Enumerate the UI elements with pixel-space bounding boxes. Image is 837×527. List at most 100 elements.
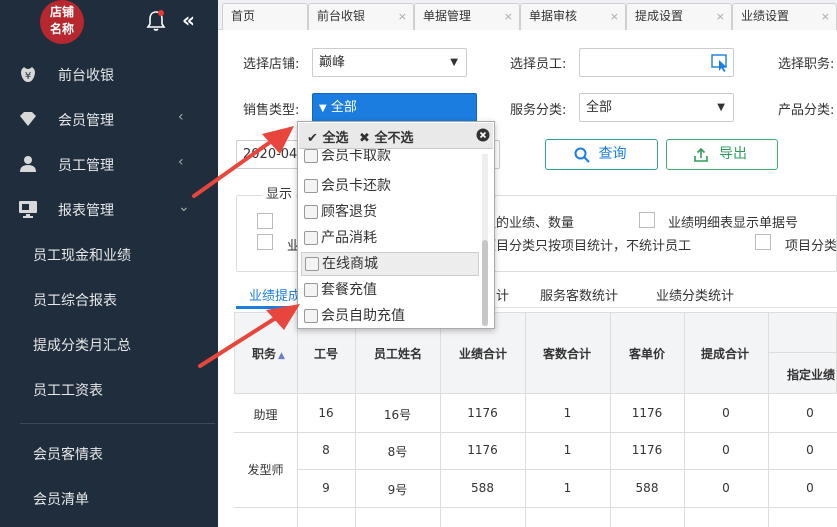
option-label: 会员卡取款 — [321, 149, 391, 164]
option-checkbox[interactable] — [304, 231, 318, 245]
tab-label: 业绩设置 — [741, 9, 790, 23]
option-checkbox[interactable] — [305, 257, 319, 271]
menu-item-reports[interactable]: 报表管理 ⌄ — [0, 187, 218, 231]
tab-home[interactable]: 首页 — [222, 3, 308, 30]
subtab-commission[interactable]: 业绩提成 — [249, 285, 301, 304]
tab-label: 前台收银 — [317, 9, 366, 23]
store-select[interactable]: 巅峰 ▼ — [312, 48, 467, 77]
cell-name: 9号 — [387, 483, 408, 497]
menu-item-cashier[interactable]: ¥ 前台收银 — [0, 52, 218, 96]
close-icon[interactable]: × — [398, 4, 407, 29]
tab-commission-settings[interactable]: 提成设置 × — [626, 3, 732, 30]
close-icon[interactable]: × — [504, 4, 513, 29]
header-role[interactable]: 职务 ▲ — [252, 345, 285, 362]
header-role-label: 职务 — [252, 347, 277, 361]
menu-item-members[interactable]: 会员管理 ‹ — [0, 97, 218, 141]
option-label-doc-no: 业绩明细表显示单据号 — [668, 216, 799, 231]
dropdown-option[interactable]: 套餐充值 — [301, 279, 479, 303]
sub-item-payroll[interactable]: 员工工资表 — [33, 380, 103, 400]
query-button[interactable]: 查询 — [545, 139, 658, 170]
notification-dot — [158, 10, 164, 16]
cell-commission: 0 — [722, 443, 730, 457]
option-checkbox[interactable] — [304, 283, 318, 297]
search-icon — [574, 147, 590, 163]
product-class-label: 产品分类: — [778, 103, 835, 118]
select-all-label: 全选 — [322, 131, 349, 146]
menu-label: 前台收银 — [58, 68, 114, 84]
close-icon[interactable]: × — [821, 4, 830, 29]
check-icon: ✔ — [307, 131, 318, 146]
service-class-label: 服务分类: — [510, 103, 567, 118]
service-class-select[interactable]: 全部 ▼ — [579, 93, 734, 122]
dropdown-option[interactable]: 产品消耗 — [301, 227, 479, 251]
tab-review[interactable]: 单据审核 × — [520, 3, 626, 30]
header-commission: 提成合计 — [701, 347, 750, 361]
cell-assigned: 0 — [806, 481, 814, 495]
subtab-service-customers[interactable]: 服务客数统计 — [540, 285, 618, 304]
cell-customers: 1 — [563, 406, 572, 420]
close-icon[interactable] — [476, 128, 490, 142]
cell-id: 9 — [322, 481, 330, 495]
row-divider — [234, 432, 837, 433]
sub-item-staff-report[interactable]: 员工综合报表 — [33, 290, 117, 310]
tab-cashier[interactable]: 前台收银 × — [308, 3, 414, 30]
cell-performance: 1176 — [467, 443, 498, 457]
sub-item-member-list[interactable]: 会员清单 — [33, 489, 89, 509]
diamond-icon — [20, 112, 36, 126]
dropdown-option[interactable]: 会员卡还款 — [301, 175, 479, 199]
caret-down-icon: ▼ — [450, 57, 458, 68]
dropdown-option[interactable]: 会员卡取款 — [301, 149, 479, 169]
monitor-icon — [19, 201, 37, 218]
subtab-performance-class[interactable]: 业绩分类统计 — [656, 285, 734, 304]
select-all-button[interactable]: ✔ 全选 — [307, 127, 348, 146]
logo-line2: 名称 — [49, 22, 74, 36]
chevron-left-icon: ‹ — [178, 109, 184, 125]
dropdown-header: ✔ 全选 ✖ 全不选 — [299, 123, 493, 149]
dropdown-option-highlighted[interactable]: 在线商城 — [301, 252, 479, 276]
pick-cursor-icon[interactable] — [711, 54, 729, 72]
option-label: 在线商城 — [322, 256, 378, 272]
dropdown-option[interactable]: 顾客退货 — [301, 201, 479, 225]
tab-label: 提成设置 — [635, 9, 684, 23]
cell-name: 16号 — [383, 408, 412, 422]
menu-item-staff[interactable]: 员工管理 ‹ — [0, 142, 218, 186]
header-name: 员工姓名 — [374, 347, 423, 361]
sub-item-cash-performance[interactable]: 员工现金和业绩 — [33, 245, 131, 265]
option-checkbox-1[interactable] — [257, 213, 273, 229]
tab-documents[interactable]: 单据管理 × — [414, 3, 520, 30]
option-checkbox[interactable] — [304, 179, 318, 193]
sales-type-select[interactable]: ▼ 全部 — [312, 93, 477, 122]
dropdown-option[interactable]: 会员自助充值 — [301, 305, 479, 329]
cell-customers: 1 — [563, 443, 572, 457]
option-label: 会员卡还款 — [321, 178, 391, 194]
option-checkbox[interactable] — [304, 309, 318, 323]
service-class-value: 全部 — [586, 100, 613, 115]
close-icon[interactable]: × — [610, 4, 619, 29]
caret-down-icon: ▼ — [319, 103, 327, 114]
subtab-active-indicator — [236, 306, 304, 309]
subtab-partial[interactable]: 计 — [496, 285, 509, 304]
select-none-button[interactable]: ✖ 全不选 — [359, 127, 413, 146]
logo-line1: 店铺 — [49, 5, 74, 19]
close-icon[interactable]: × — [716, 4, 725, 29]
option-checkbox[interactable] — [304, 149, 318, 163]
cell-performance: 588 — [471, 481, 494, 495]
collapse-sidebar-icon[interactable]: « — [182, 8, 195, 32]
export-button[interactable]: 导出 — [666, 139, 778, 170]
option-checkbox-2[interactable] — [257, 234, 273, 250]
tab-performance-settings[interactable]: 业绩设置 × — [732, 3, 837, 30]
option-checkbox-project-class[interactable] — [755, 234, 771, 250]
sub-item-commission-monthly[interactable]: 提成分类月汇总 — [33, 335, 131, 355]
cell-role: 助理 — [253, 408, 278, 422]
header-id: 工号 — [314, 347, 339, 361]
option-checkbox-doc-no[interactable] — [639, 212, 655, 228]
cell-customers: 1 — [563, 481, 572, 495]
option-checkbox[interactable] — [304, 205, 318, 219]
employee-input[interactable] — [579, 48, 734, 77]
sales-type-value: 全部 — [330, 100, 357, 115]
sub-item-member-relations[interactable]: 会员客情表 — [33, 444, 103, 464]
position-label: 选择职务: — [778, 57, 835, 72]
option-label-project-class: 项目分类 — [785, 239, 837, 254]
cell-performance: 1176 — [467, 406, 498, 420]
dropdown-scroll-thumb[interactable] — [482, 240, 488, 326]
